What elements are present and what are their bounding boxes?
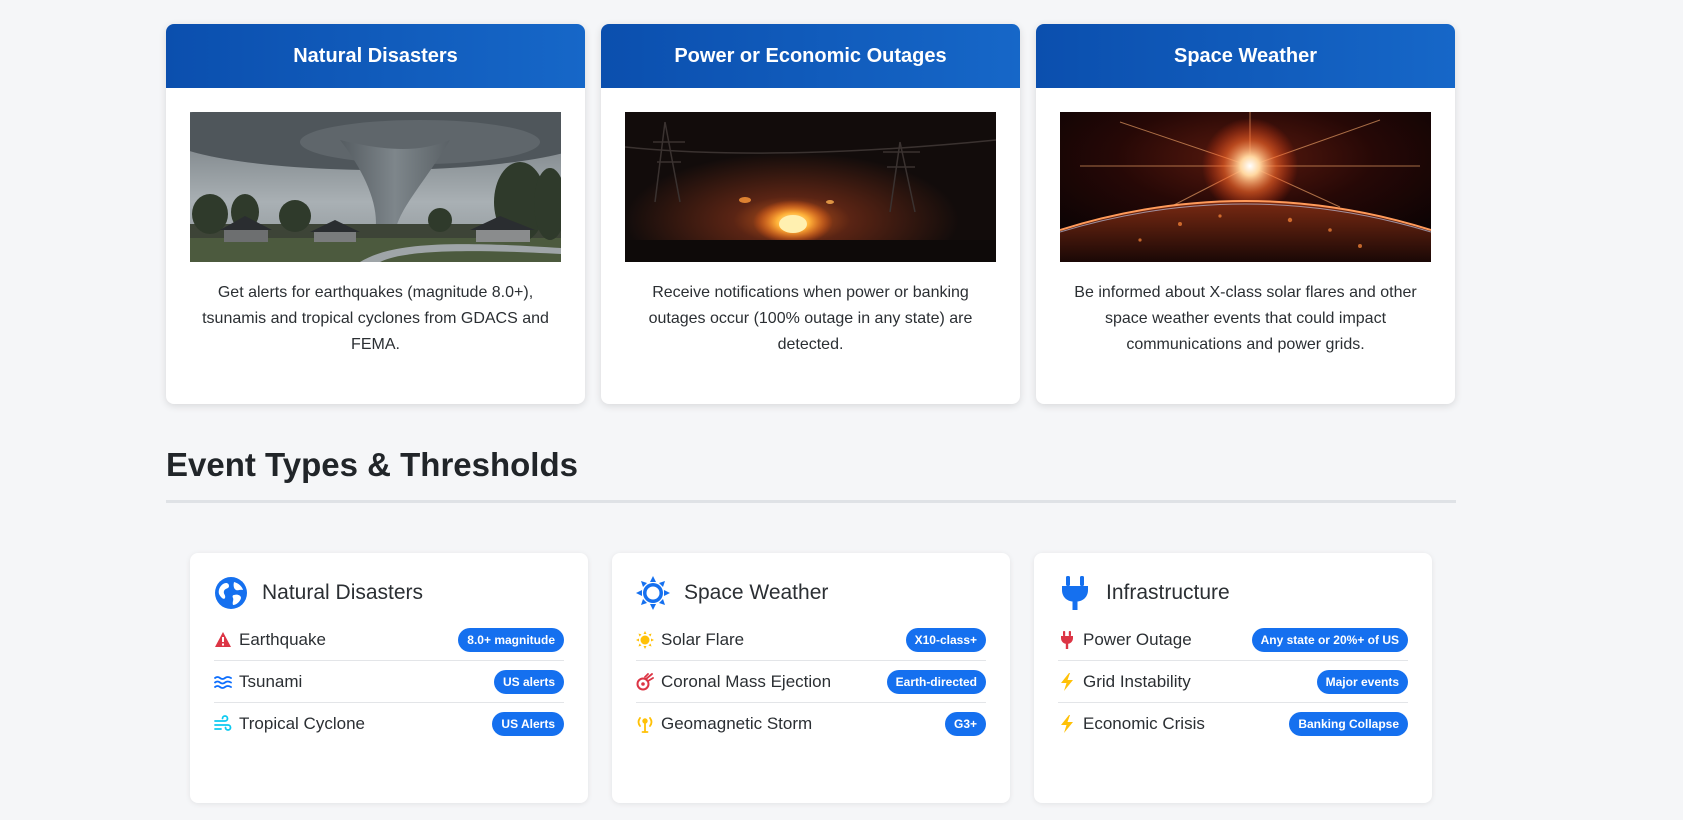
event-item-tsunami: Tsunami US alerts [214, 661, 564, 703]
feature-card-description: Get alerts for earthquakes (magnitude 8.… [202, 284, 549, 353]
event-card-title: Infrastructure [1106, 581, 1230, 604]
plug-small-icon [1058, 630, 1076, 649]
threshold-badge: US Alerts [492, 712, 564, 736]
event-item-economic-crisis: Economic Crisis Banking Collapse [1058, 703, 1408, 745]
feature-card-description: Be informed about X-class solar flares a… [1074, 284, 1417, 353]
event-item-label: Geomagnetic Storm [661, 714, 813, 733]
meteor-icon [636, 672, 654, 691]
event-item-geomagnetic-storm: Geomagnetic Storm G3+ [636, 703, 986, 745]
sun-small-icon [636, 630, 654, 649]
feature-card-power-outages: Power or Economic Outages Receive notifi… [601, 24, 1020, 404]
water-waves-icon [214, 673, 232, 691]
event-item-solar-flare: Solar Flare X10-class+ [636, 619, 986, 661]
event-item-label: Tsunami [239, 671, 303, 691]
threshold-badge: Any state or 20%+ of US [1251, 627, 1408, 652]
threshold-badge: G3+ [944, 712, 986, 736]
solar-flare-earth-photo [1060, 112, 1431, 262]
threshold-badge: 8.0+ magnitude [458, 627, 564, 652]
event-list: Solar Flare X10-class+ Coronal Mass Ejec… [636, 619, 986, 745]
broadcast-tower-icon [636, 715, 654, 733]
feature-card-description: Receive notifications when power or bank… [648, 284, 973, 353]
event-card-title: Space Weather [684, 581, 829, 604]
globe-icon [214, 576, 248, 610]
feature-card-natural-disasters: Natural Disasters Get alerts for earthqu… [166, 24, 585, 404]
wind-icon [214, 715, 232, 733]
event-item-label: Earthquake [239, 629, 326, 649]
event-item-label: Solar Flare [661, 629, 745, 649]
event-type-cards: Natural Disasters Earthquake 8.0+ magnit… [190, 553, 1434, 803]
event-card-header: Natural Disasters [214, 575, 564, 611]
event-item-tropical-cyclone: Tropical Cyclone US Alerts [214, 703, 564, 745]
event-card-space-weather: Space Weather Solar Flare X10-class+ Cor… [612, 553, 1010, 803]
plug-icon [1058, 576, 1092, 610]
feature-card-title: Space Weather [1036, 24, 1455, 88]
lightning-bolt-icon [1058, 672, 1076, 691]
event-item-coronal-mass-ejection: Coronal Mass Ejection Earth-directed [636, 661, 986, 703]
feature-cards: Natural Disasters Get alerts for earthqu… [166, 24, 1456, 404]
sun-icon [636, 576, 670, 610]
event-item-earthquake: Earthquake 8.0+ magnitude [214, 619, 564, 661]
threshold-badge: Banking Collapse [1289, 712, 1408, 736]
event-item-label: Grid Instability [1083, 671, 1191, 691]
event-item-label: Power Outage [1083, 629, 1192, 649]
event-card-natural-disasters: Natural Disasters Earthquake 8.0+ magnit… [190, 553, 588, 803]
feature-card-title: Natural Disasters [166, 24, 585, 88]
threshold-badge: X10-class+ [905, 627, 986, 652]
event-item-label: Tropical Cyclone [239, 714, 365, 733]
tornado-photo [190, 112, 561, 262]
event-card-header: Infrastructure [1058, 575, 1408, 611]
event-item-label: Coronal Mass Ejection [661, 671, 832, 691]
threshold-badge: Earth-directed [886, 669, 986, 694]
event-list: Power Outage Any state or 20%+ of US Gri… [1058, 619, 1408, 745]
event-card-infrastructure: Infrastructure Power Outage Any state or… [1034, 553, 1432, 803]
section-title: Event Types & Thresholds [166, 446, 578, 483]
event-card-title: Natural Disasters [262, 581, 424, 604]
event-list: Earthquake 8.0+ magnitude Tsunami US ale… [214, 619, 564, 745]
power-outage-fire-photo [625, 112, 996, 262]
feature-card-title: Power or Economic Outages [601, 24, 1020, 88]
event-item-label: Economic Crisis [1083, 714, 1205, 733]
event-item-power-outage: Power Outage Any state or 20%+ of US [1058, 619, 1408, 661]
event-card-header: Space Weather [636, 575, 986, 611]
section-divider [166, 500, 1456, 503]
feature-card-space-weather: Space Weather Be informed about X-class … [1036, 24, 1455, 404]
threshold-badge: Major events [1316, 669, 1408, 694]
threshold-badge: US alerts [493, 669, 564, 694]
warning-triangle-icon [214, 631, 232, 649]
event-item-grid-instability: Grid Instability Major events [1058, 661, 1408, 703]
lightning-bolt-icon [1058, 715, 1076, 733]
